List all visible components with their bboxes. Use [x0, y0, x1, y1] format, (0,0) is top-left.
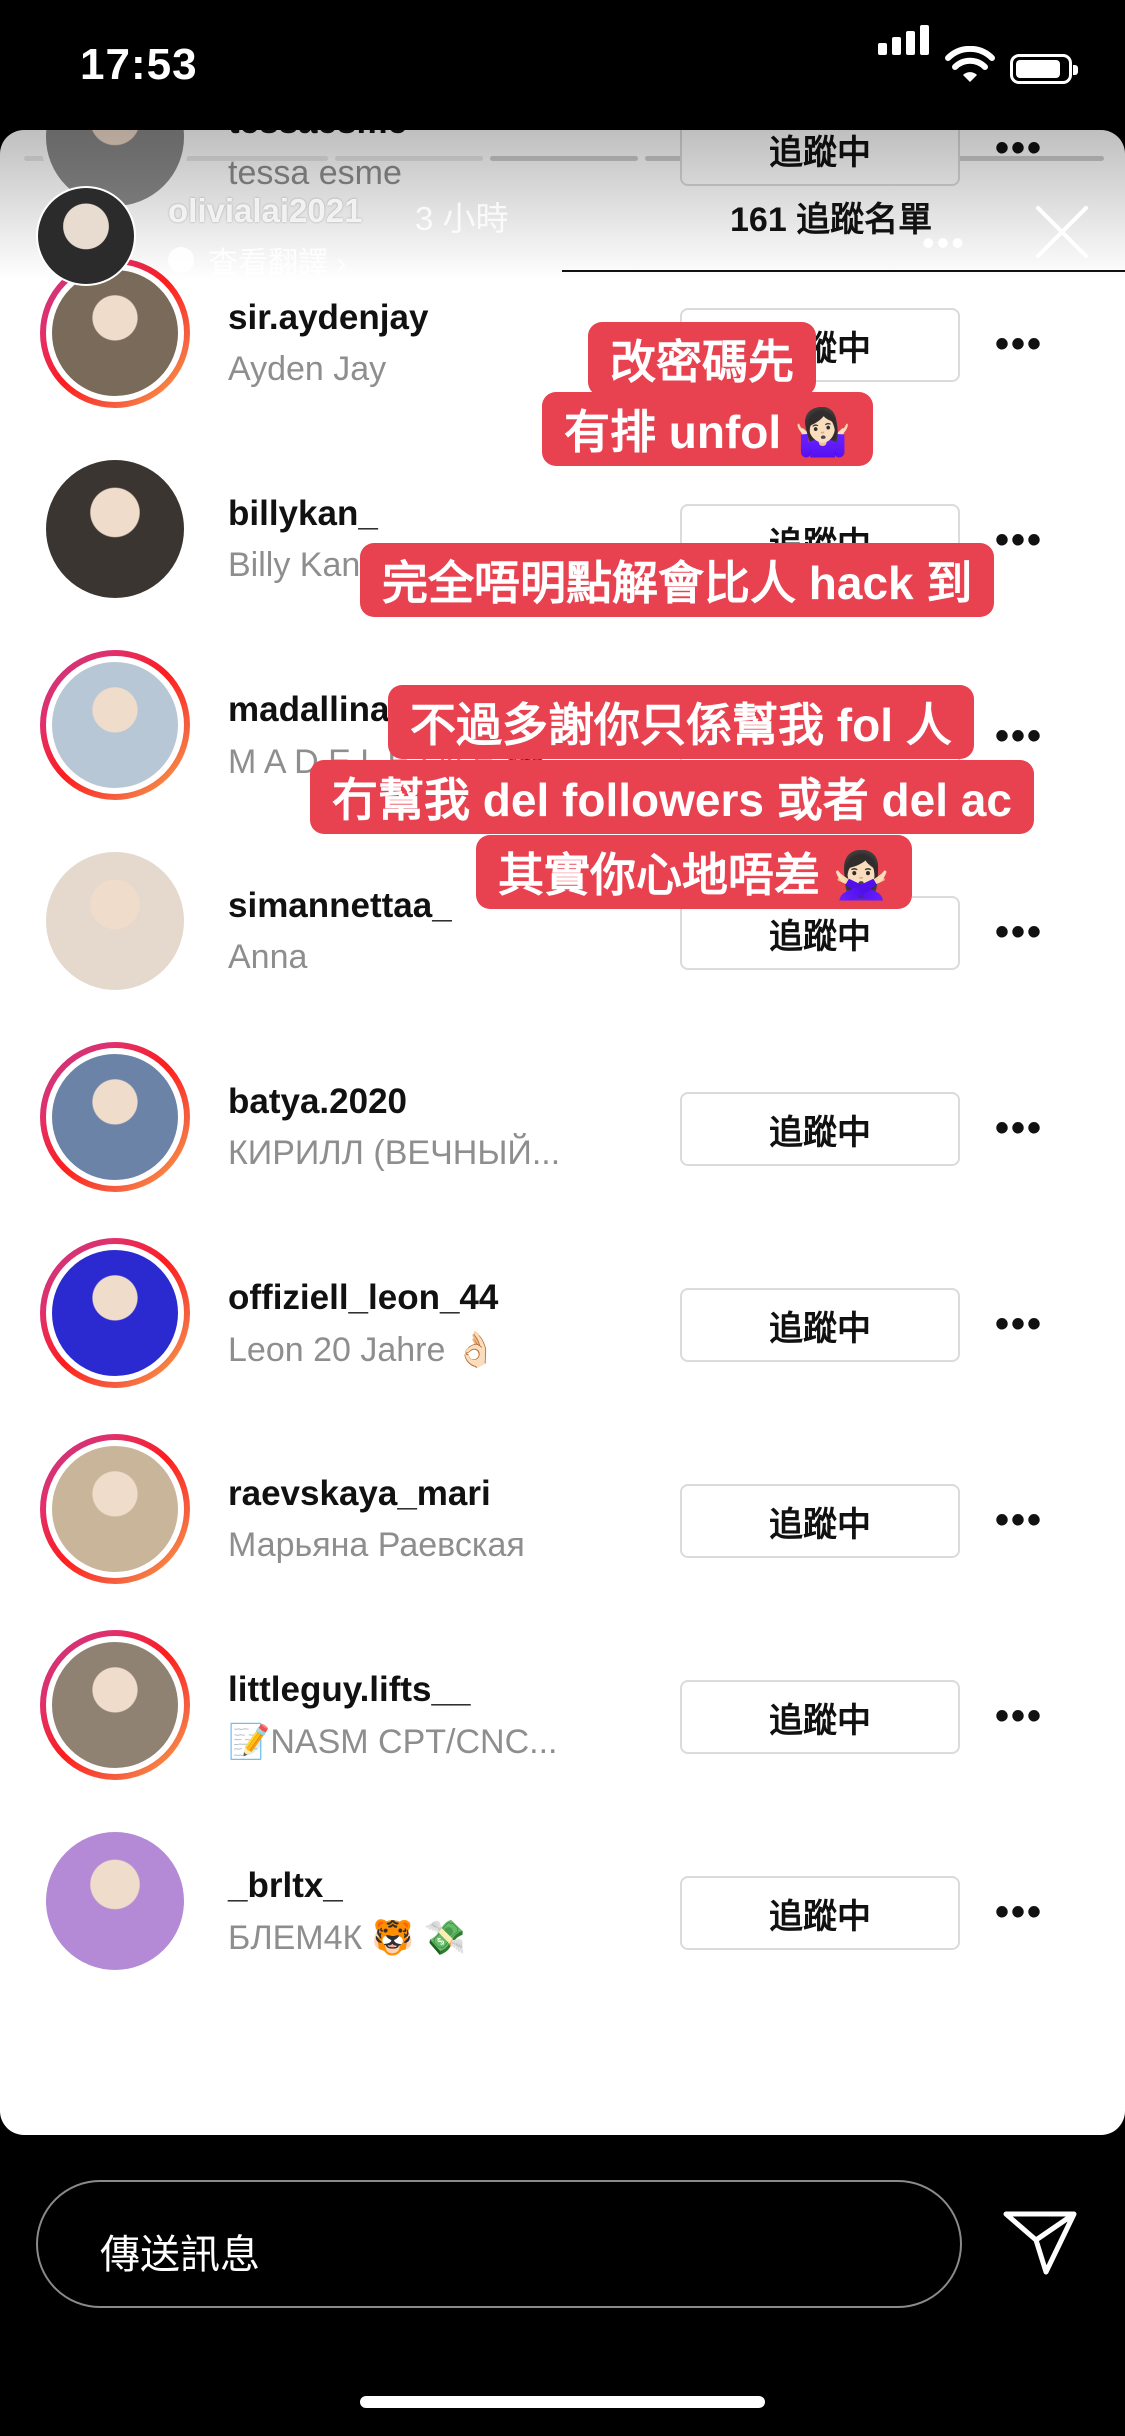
- user-avatar[interactable]: [40, 1042, 190, 1192]
- text-sticker: 有排 unfol 🤷🏻‍♀️: [542, 392, 874, 466]
- status-bar: 17:53: [0, 0, 1125, 130]
- story-more-icon[interactable]: •••: [922, 222, 966, 264]
- following-row[interactable]: _brltx_ БЛЕМ4К 🐯 💸 追蹤中 •••: [0, 1780, 1125, 1976]
- username[interactable]: raevskaya_mari: [228, 1474, 491, 1514]
- following-button[interactable]: 追蹤中: [680, 1092, 960, 1166]
- text-sticker: 改密碼先: [588, 322, 816, 396]
- following-row[interactable]: littleguy.lifts__ 📝NASM CPT/CNC... 追蹤中 •••: [0, 1584, 1125, 1780]
- full-name: Billy Kan: [228, 546, 361, 584]
- story-view[interactable]: olivialai2021 3 小時 查看翻譯 › 161 追蹤名單 ••• t…: [0, 130, 1125, 2135]
- following-row[interactable]: batya.2020 КИРИЛЛ (ВЕЧНЫЙ... 追蹤中 •••: [0, 996, 1125, 1192]
- text-sticker: 不過多謝你只係幫我 fol 人: [388, 685, 974, 759]
- story-author-username[interactable]: olivialai2021: [168, 192, 362, 230]
- user-avatar[interactable]: [40, 846, 190, 996]
- send-message-input[interactable]: 傳送訊息: [36, 2180, 962, 2308]
- header-divider: [562, 270, 1125, 272]
- full-name: 📝NASM CPT/CNC...: [228, 1723, 558, 1761]
- username[interactable]: madallinax: [228, 690, 409, 730]
- story-time-ago: 3 小時: [415, 200, 509, 237]
- user-avatar[interactable]: [40, 1238, 190, 1388]
- full-name: Leon 20 Jahre 👌🏻: [228, 1331, 498, 1369]
- user-avatar[interactable]: [40, 650, 190, 800]
- text-sticker: 冇幫我 del followers 或者 del ac: [310, 760, 1034, 834]
- username[interactable]: littleguy.lifts__: [228, 1670, 470, 1710]
- username[interactable]: batya.2020: [228, 1082, 407, 1122]
- close-icon[interactable]: [1030, 200, 1094, 264]
- full-name: БЛЕМ4К 🐯 💸: [228, 1919, 466, 1957]
- battery-icon: [1010, 54, 1078, 84]
- send-message-placeholder: 傳送訊息: [100, 2233, 260, 2277]
- full-name: КИРИЛЛ (ВЕЧНЫЙ...: [228, 1134, 561, 1172]
- user-avatar[interactable]: [40, 454, 190, 604]
- full-name: Anna: [228, 938, 308, 976]
- story-author-avatar[interactable]: [36, 186, 136, 286]
- more-options-icon[interactable]: •••: [995, 1498, 1043, 1543]
- following-list-title: 161 追蹤名單: [730, 201, 933, 239]
- username[interactable]: offiziell_leon_44: [228, 1278, 498, 1318]
- translate-icon: [168, 247, 194, 273]
- following-button[interactable]: 追蹤中: [680, 1680, 960, 1754]
- home-indicator: [360, 2396, 765, 2408]
- user-avatar[interactable]: [40, 1826, 190, 1976]
- username[interactable]: simannettaa_: [228, 886, 452, 926]
- username[interactable]: sir.aydenjay: [228, 298, 428, 338]
- user-avatar[interactable]: [40, 1630, 190, 1780]
- username[interactable]: billykan_: [228, 494, 378, 534]
- more-options-icon[interactable]: •••: [995, 1106, 1043, 1151]
- following-button[interactable]: 追蹤中: [680, 1288, 960, 1362]
- status-time: 17:53: [80, 40, 198, 89]
- more-options-icon[interactable]: •••: [995, 1890, 1043, 1935]
- following-button[interactable]: 追蹤中: [680, 1484, 960, 1558]
- wifi-icon: [945, 46, 995, 82]
- more-options-icon[interactable]: •••: [995, 518, 1043, 563]
- user-avatar[interactable]: [40, 1434, 190, 1584]
- see-translation-link[interactable]: 查看翻譯 ›: [168, 238, 346, 282]
- more-options-icon[interactable]: •••: [995, 322, 1043, 367]
- more-options-icon[interactable]: •••: [995, 714, 1043, 759]
- username[interactable]: _brltx_: [228, 1866, 343, 1906]
- send-icon[interactable]: [1002, 2208, 1078, 2278]
- more-options-icon[interactable]: •••: [995, 1302, 1043, 1347]
- following-row[interactable]: raevskaya_mari Марьяна Раевская 追蹤中 •••: [0, 1388, 1125, 1584]
- more-options-icon[interactable]: •••: [995, 1694, 1043, 1739]
- full-name: Марьяна Раевская: [228, 1526, 525, 1564]
- text-sticker: 其實你心地唔差 🙅🏻‍♀️: [476, 835, 913, 909]
- full-name: Ayden Jay: [228, 350, 387, 388]
- following-button[interactable]: 追蹤中: [680, 1876, 960, 1950]
- see-translation-label: 查看翻譯 ›: [208, 247, 347, 280]
- following-row[interactable]: offiziell_leon_44 Leon 20 Jahre 👌🏻 追蹤中 •••: [0, 1192, 1125, 1388]
- text-sticker: 完全唔明點解會比人 hack 到: [360, 543, 995, 617]
- more-options-icon[interactable]: •••: [995, 910, 1043, 955]
